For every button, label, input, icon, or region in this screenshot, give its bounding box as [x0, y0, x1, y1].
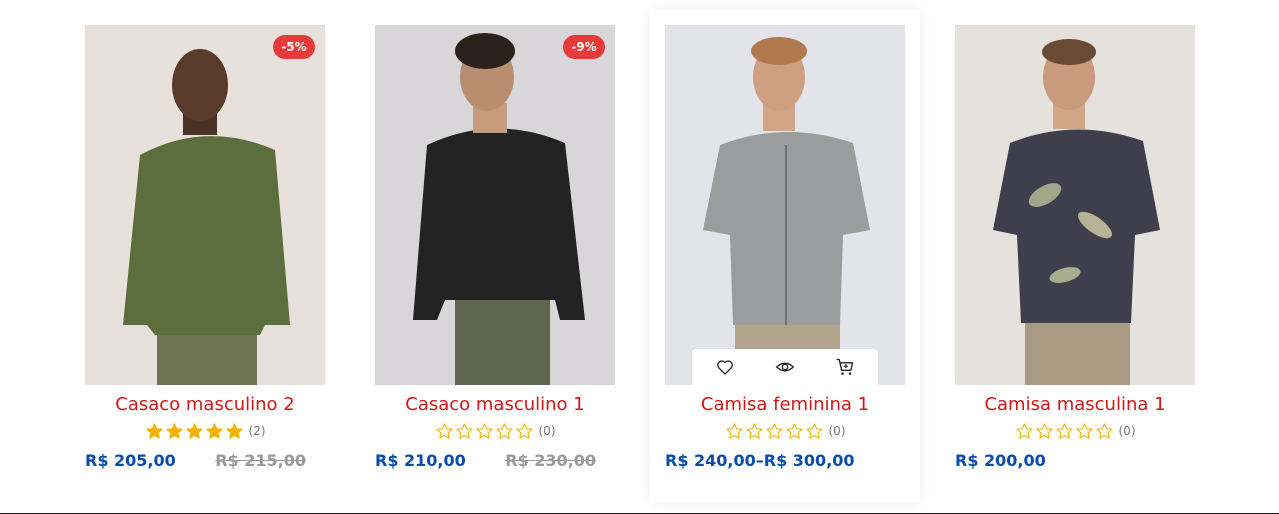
star-icon — [805, 422, 823, 439]
review-count: (0) — [828, 424, 846, 438]
star-rating — [725, 422, 824, 441]
product-title[interactable]: Casaco masculino 2 — [85, 394, 325, 416]
eye-icon[interactable] — [774, 356, 796, 378]
product-image[interactable]: -5% — [85, 25, 325, 385]
star-icon — [145, 422, 163, 439]
product-image[interactable] — [955, 25, 1195, 385]
star-icon — [455, 422, 473, 439]
price-row: R$ 210,00 R$ 230,00 — [375, 449, 615, 471]
product-card[interactable]: -9% Casaco masculino 1 (0) R$ 210,00 R$ … — [375, 25, 615, 471]
star-icon — [1075, 422, 1093, 439]
product-title[interactable]: Camisa masculina 1 — [955, 394, 1195, 416]
star-icon — [435, 422, 453, 439]
product-image[interactable] — [665, 25, 905, 385]
star-icon — [225, 422, 243, 439]
star-icon — [495, 422, 513, 439]
star-icon — [1015, 422, 1033, 439]
star-icon — [515, 422, 533, 439]
product-card[interactable]: Camisa masculina 1 (0) R$ 200,00 — [955, 25, 1195, 471]
product-rating: (0) — [375, 421, 615, 441]
star-icon — [725, 422, 743, 439]
star-rating — [435, 422, 534, 441]
product-photo — [955, 25, 1195, 385]
price-row: R$ 200,00 — [955, 449, 1195, 471]
product-card[interactable]: -5% Casaco masculino 2 (2) R$ 205,00 R$ … — [85, 25, 325, 471]
product-photo — [665, 25, 905, 385]
product-price: R$ 240,00–R$ 300,00 — [665, 450, 855, 470]
discount-badge: -5% — [273, 35, 315, 59]
heart-icon[interactable] — [714, 356, 736, 378]
old-price: R$ 230,00 — [505, 450, 596, 470]
product-photo — [85, 25, 325, 385]
product-actions-bar — [692, 349, 878, 385]
product-image[interactable]: -9% — [375, 25, 615, 385]
product-title[interactable]: Camisa feminina 1 — [665, 394, 905, 416]
product-title[interactable]: Casaco masculino 1 — [375, 394, 615, 416]
product-price: R$ 205,00 — [85, 450, 176, 470]
product-rating: (2) — [85, 421, 325, 441]
star-icon — [205, 422, 223, 439]
star-rating — [145, 422, 244, 441]
product-card-hovered[interactable]: Camisa feminina 1 (0) R$ 240,00–R$ 300,0… — [650, 10, 920, 502]
star-icon — [1095, 422, 1113, 439]
star-icon — [1035, 422, 1053, 439]
star-icon — [745, 422, 763, 439]
star-icon — [475, 422, 493, 439]
star-icon — [785, 422, 803, 439]
cart-icon[interactable] — [834, 356, 856, 378]
review-count: (0) — [538, 424, 556, 438]
review-count: (2) — [248, 424, 266, 438]
price-row: R$ 240,00–R$ 300,00 — [665, 449, 905, 471]
star-icon — [185, 422, 203, 439]
product-photo — [375, 25, 615, 385]
product-price: R$ 210,00 — [375, 450, 466, 470]
star-icon — [765, 422, 783, 439]
product-rating: (0) — [955, 421, 1195, 441]
product-price: R$ 200,00 — [955, 450, 1046, 470]
star-icon — [1055, 422, 1073, 439]
old-price: R$ 215,00 — [215, 450, 306, 470]
star-icon — [165, 422, 183, 439]
discount-badge: -9% — [563, 35, 605, 59]
product-rating: (0) — [665, 421, 905, 441]
price-row: R$ 205,00 R$ 215,00 — [85, 449, 325, 471]
review-count: (0) — [1118, 424, 1136, 438]
star-rating — [1015, 422, 1114, 441]
